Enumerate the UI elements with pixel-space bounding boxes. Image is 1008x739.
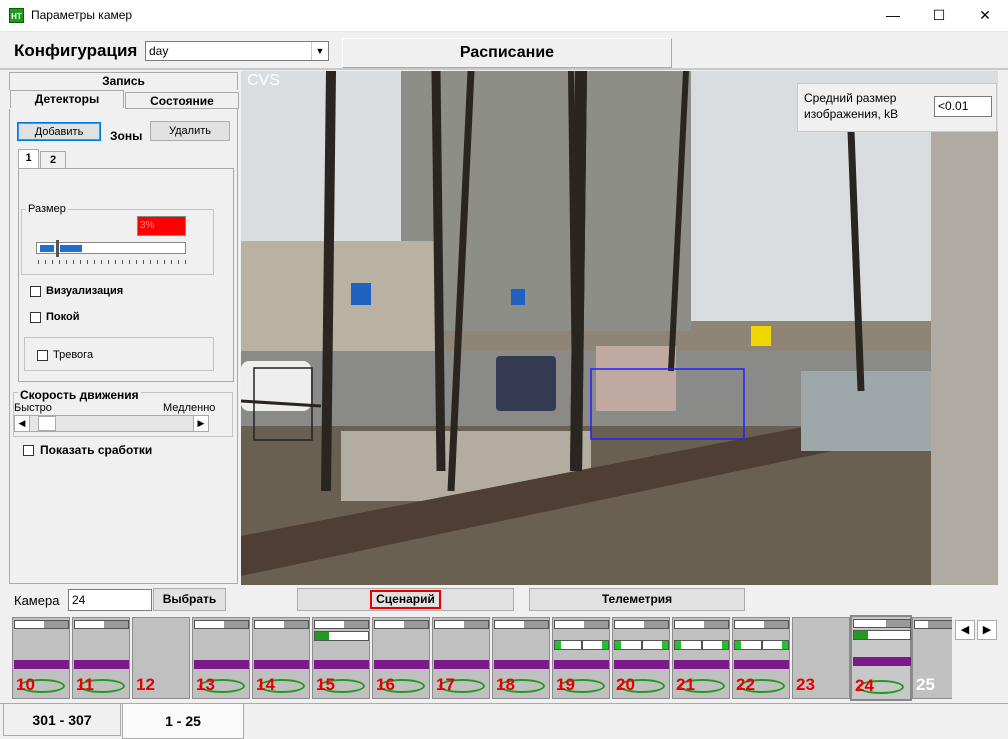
avg-size-value: <0.01 [934, 96, 992, 117]
app-icon: НТ [9, 8, 24, 23]
zone-tab-1[interactable]: 1 [18, 149, 39, 168]
delete-zone-button[interactable]: Удалить [150, 121, 230, 141]
camera-scene [241, 71, 998, 585]
camera-tile[interactable]: 16 [372, 617, 430, 699]
camera-tile[interactable]: 18 [492, 617, 550, 699]
scenario-button[interactable]: Сценарий [297, 588, 514, 611]
zone-tab-2[interactable]: 2 [40, 151, 66, 168]
visualization-checkbox[interactable] [30, 286, 41, 297]
size-value: 3% [137, 216, 186, 236]
telemetry-button[interactable]: Телеметрия [529, 588, 745, 611]
camera-tile[interactable]: 10 [12, 617, 70, 699]
window-title: Параметры камер [31, 8, 133, 22]
camera-tile[interactable]: 14 [252, 617, 310, 699]
camera-tile[interactable]: 23 [792, 617, 850, 699]
config-label: Конфигурация [14, 41, 138, 60]
size-slider-thumb[interactable] [56, 240, 59, 257]
camera-tile[interactable]: 20 [612, 617, 670, 699]
header-divider [0, 68, 1008, 70]
show-triggers-label: Показать сработки [40, 443, 153, 457]
camera-input[interactable]: 24 [68, 589, 152, 611]
camera-tile[interactable]: 12 [132, 617, 190, 699]
speed-scroll-thumb[interactable] [38, 416, 56, 431]
avg-size-panel: Средний размер изображения, kB <0.01 [797, 83, 997, 132]
speed-group-title: Скорость движения [18, 388, 141, 402]
maximize-button[interactable]: ☐ [916, 0, 962, 31]
show-triggers-checkbox[interactable] [23, 445, 34, 456]
scroll-right-arrow-icon[interactable]: ▶ [193, 416, 208, 431]
camera-tile[interactable]: 17 [432, 617, 490, 699]
tab-detectors[interactable]: Детекторы [10, 90, 124, 108]
video-overlay-label: CVS [247, 72, 280, 89]
camera-tile[interactable]: 19 [552, 617, 610, 699]
size-group-title: Размер [26, 203, 68, 215]
size-slider[interactable] [36, 240, 186, 257]
strip-left-arrow-icon[interactable]: ◀ [955, 620, 975, 640]
chevron-down-icon[interactable]: ▼ [311, 42, 328, 60]
size-slider-ticks [38, 260, 186, 264]
select-camera-button[interactable]: Выбрать [153, 588, 226, 611]
camera-tile-selected[interactable]: 24 [850, 615, 912, 701]
rest-label: Покой [46, 311, 80, 323]
schedule-button[interactable]: Расписание [342, 38, 672, 68]
speed-scrollbar[interactable]: ◀ ▶ [14, 415, 209, 432]
title-bar: НТ Параметры камер — ☐ ✕ [0, 0, 1008, 32]
alarm-checkbox[interactable] [37, 350, 48, 361]
camera-tile[interactable]: 15 [312, 617, 370, 699]
avg-size-label: Средний размер изображения, kB [804, 91, 899, 121]
scenario-button-label: Сценарий [370, 590, 441, 609]
detector-panel: Запись Детекторы Состояние Добавить Зоны… [9, 72, 240, 584]
close-button[interactable]: ✕ [962, 0, 1008, 31]
speed-slow-label: Медленно [163, 402, 216, 414]
camera-tile[interactable]: 22 [732, 617, 790, 699]
camera-tile[interactable]: 13 [192, 617, 250, 699]
config-select[interactable]: day ▼ [145, 41, 329, 61]
camera-tile[interactable]: 21 [672, 617, 730, 699]
camera-tile[interactable]: 25 [912, 617, 952, 699]
strip-right-arrow-icon[interactable]: ▶ [977, 620, 997, 640]
config-value: day [149, 44, 169, 58]
rest-checkbox[interactable] [30, 312, 41, 323]
tab-1-25[interactable]: 1 - 25 [122, 704, 244, 739]
tab-301-307[interactable]: 301 - 307 [3, 704, 121, 736]
camera-label: Камера [14, 593, 60, 608]
camera-strip: 10 11 12 13 14 15 16 17 18 19 20 21 22 2… [9, 615, 999, 701]
visualization-label: Визуализация [46, 285, 124, 297]
scroll-left-arrow-icon[interactable]: ◀ [15, 416, 30, 431]
tab-state[interactable]: Состояние [125, 92, 239, 109]
zones-label: Зоны [110, 129, 143, 143]
minimize-button[interactable]: — [870, 0, 916, 31]
camera-video[interactable]: CVS [241, 71, 998, 585]
size-slider-fill-right [60, 245, 82, 252]
speed-fast-label: Быстро [14, 402, 52, 414]
size-slider-fill-left [40, 245, 54, 252]
alarm-label: Тревога [53, 349, 94, 361]
tab-record[interactable]: Запись [9, 72, 238, 90]
add-zone-button[interactable]: Добавить [17, 122, 101, 141]
camera-tile[interactable]: 11 [72, 617, 130, 699]
